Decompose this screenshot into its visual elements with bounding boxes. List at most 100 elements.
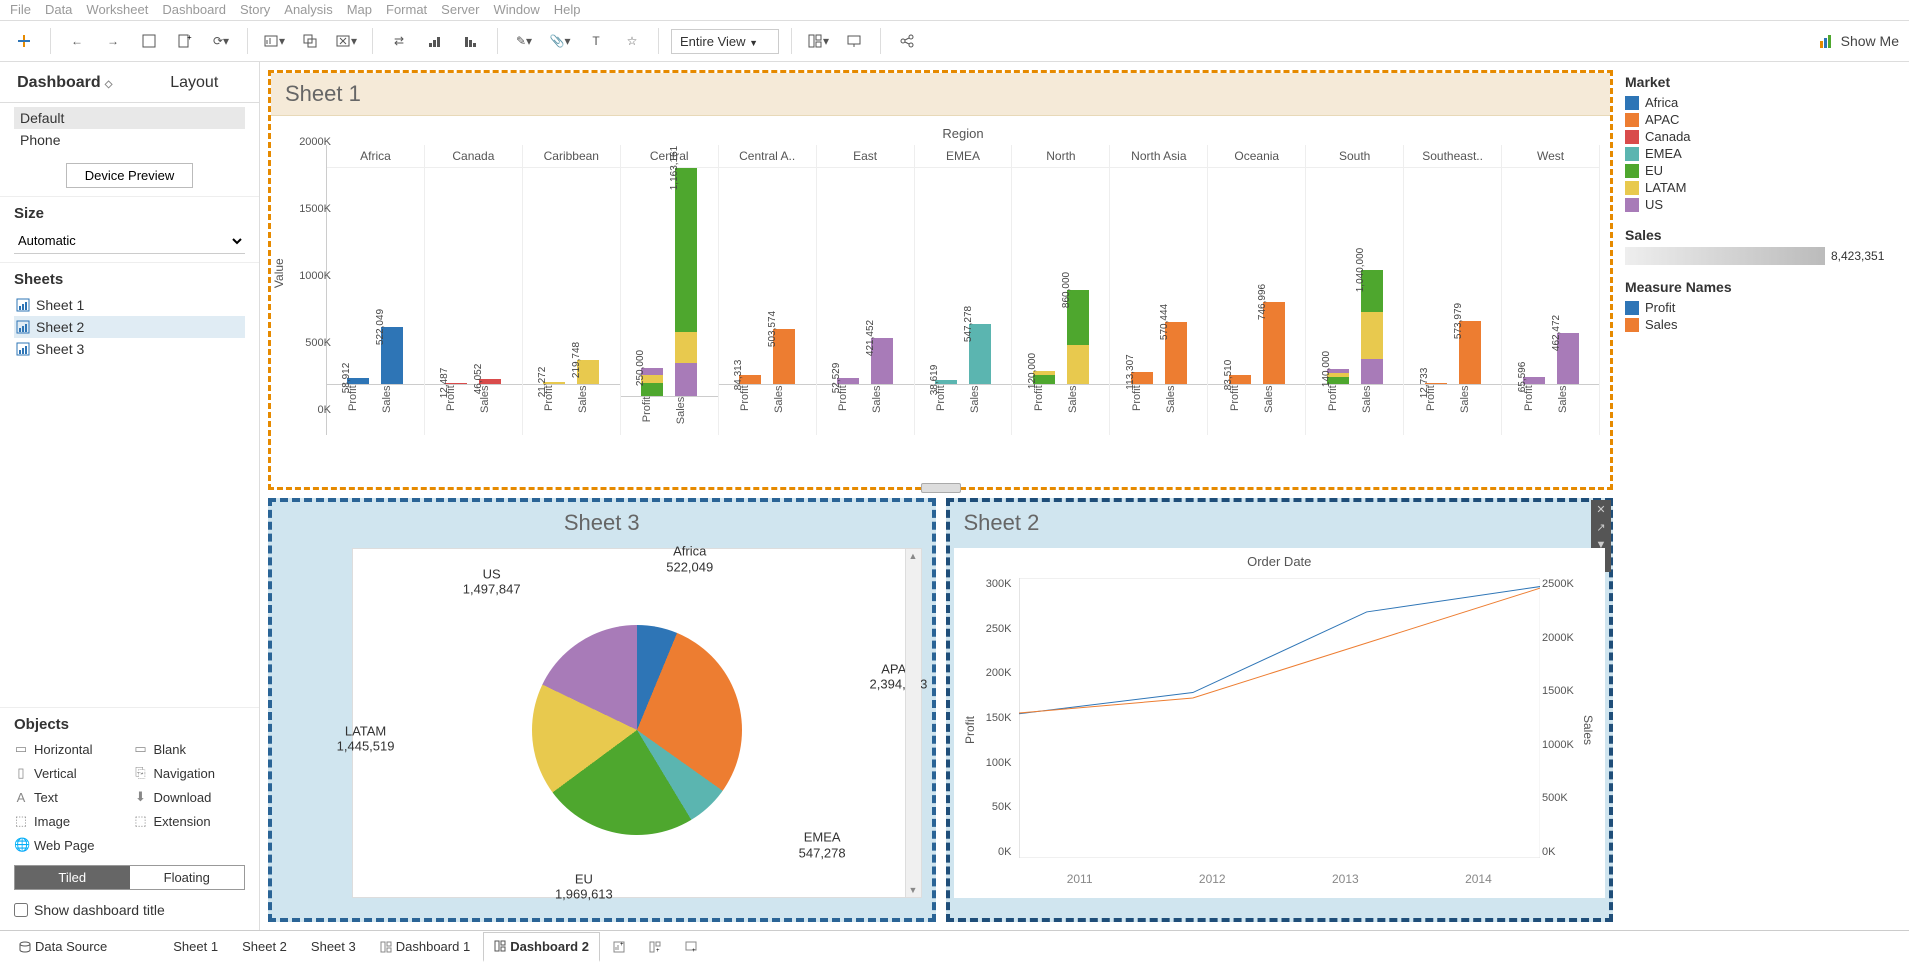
redo-icon[interactable]: → <box>99 27 127 55</box>
sales-bar[interactable]: 503,574 <box>773 329 795 384</box>
clear-icon[interactable]: ▾ <box>332 27 360 55</box>
tab-dashboard2[interactable]: Dashboard 2 <box>483 932 600 962</box>
profit-bar[interactable]: 140,000 <box>1327 369 1349 384</box>
tab-datasource[interactable]: Data Source <box>8 932 118 961</box>
legend-item[interactable]: APAC <box>1625 111 1897 128</box>
duplicate-icon[interactable] <box>296 27 324 55</box>
object-navigation[interactable]: ⎘Navigation <box>134 763 246 783</box>
sales-line[interactable] <box>1019 588 1541 713</box>
profit-bar[interactable]: 12,487 <box>445 383 467 384</box>
sales-bar[interactable]: 522,049 <box>381 327 403 384</box>
presentation-icon[interactable] <box>840 27 868 55</box>
resize-handle-icon[interactable] <box>921 483 961 493</box>
profit-bar[interactable]: 84,313 <box>739 375 761 384</box>
share-icon[interactable] <box>893 27 921 55</box>
profit-bar[interactable]: 12,733 <box>1425 383 1447 384</box>
sheet2-container[interactable]: ✕ ↗ ▼ ▾ Sheet 2 Order Date Profit Sales … <box>946 498 1614 922</box>
new-data-icon[interactable]: + <box>171 27 199 55</box>
object-horizontal[interactable]: ▭Horizontal <box>14 739 126 759</box>
legend-item[interactable]: Canada <box>1625 128 1897 145</box>
tab-dashboard[interactable]: Dashboard◇ <box>0 66 130 102</box>
label-icon[interactable]: T <box>582 27 610 55</box>
legend-item[interactable]: Africa <box>1625 94 1897 111</box>
tab-layout[interactable]: Layout <box>130 66 260 102</box>
new-story-tab-icon[interactable]: + <box>674 934 708 960</box>
sort-asc-icon[interactable] <box>421 27 449 55</box>
sort-desc-icon[interactable] <box>457 27 485 55</box>
sales-bar[interactable]: 746,996 <box>1263 302 1285 384</box>
menu-format[interactable]: Format <box>386 2 427 18</box>
sheet1-chart[interactable]: Region Value 0K500K1000K1500K2000K Afric… <box>271 116 1610 476</box>
show-dashboard-title-checkbox[interactable]: Show dashboard title <box>14 902 245 918</box>
menu-data[interactable]: Data <box>45 2 72 18</box>
profit-line[interactable] <box>1019 586 1541 713</box>
swap-icon[interactable]: ⇄ <box>385 27 413 55</box>
menu-map[interactable]: Map <box>347 2 372 18</box>
object-vertical[interactable]: ▯Vertical <box>14 763 126 783</box>
sheet2-chart[interactable]: Order Date Profit Sales 300K250K200K150K… <box>954 548 1606 898</box>
legend-item[interactable]: Sales <box>1625 316 1897 333</box>
sheet-list-item[interactable]: Sheet 2 <box>14 316 245 338</box>
show-me-button[interactable]: Show Me <box>1819 33 1899 49</box>
undo-icon[interactable]: ← <box>63 27 91 55</box>
remove-icon[interactable]: ✕ <box>1591 500 1611 518</box>
sales-bar[interactable]: 46,052 <box>479 379 501 384</box>
profit-bar[interactable]: 38,619 <box>935 380 957 384</box>
object-image[interactable]: ⬚Image <box>14 811 126 831</box>
sales-bar[interactable]: 573,979 <box>1459 321 1481 384</box>
sheet3-container[interactable]: Sheet 3 Africa522,049APAC2,394,993EMEA54… <box>268 498 936 922</box>
profit-bar[interactable]: 58,912 <box>347 378 369 384</box>
tableau-logo-icon[interactable] <box>10 27 38 55</box>
attachment-icon[interactable]: 📎▾ <box>546 27 574 55</box>
new-dashboard-tab-icon[interactable]: + <box>638 934 672 960</box>
size-select[interactable]: Automatic <box>14 228 245 254</box>
device-phone[interactable]: Phone <box>14 129 245 151</box>
object-web-page[interactable]: 🌐Web Page <box>14 835 126 855</box>
profit-bar[interactable]: 250,000 <box>641 368 663 395</box>
profit-bar[interactable]: 113,307 <box>1131 372 1153 384</box>
highlight-icon[interactable]: ✎▾ <box>510 27 538 55</box>
sheet3-chart[interactable]: Africa522,049APAC2,394,993EMEA547,278EU1… <box>352 548 922 898</box>
menu-analysis[interactable]: Analysis <box>284 2 332 18</box>
sales-bar[interactable]: 570,444 <box>1165 322 1187 384</box>
tab-dashboard1[interactable]: Dashboard 1 <box>369 932 481 961</box>
object-download[interactable]: ⬇Download <box>134 787 246 807</box>
sales-bar[interactable]: 219,748 <box>577 360 599 384</box>
menu-window[interactable]: Window <box>493 2 539 18</box>
refresh-icon[interactable]: ⟳▾ <box>207 27 235 55</box>
legend-item[interactable]: US <box>1625 196 1897 213</box>
menu-worksheet[interactable]: Worksheet <box>86 2 148 18</box>
menu-story[interactable]: Story <box>240 2 270 18</box>
profit-bar[interactable]: 83,510 <box>1229 375 1251 384</box>
tab-sheet2[interactable]: Sheet 2 <box>231 932 298 961</box>
sales-bar[interactable]: 421,452 <box>871 338 893 384</box>
dashboard-icon[interactable]: ▾ <box>804 27 832 55</box>
sales-bar[interactable]: 547,278 <box>969 324 991 384</box>
device-default[interactable]: Default <box>14 107 245 129</box>
legend-item[interactable]: EMEA <box>1625 145 1897 162</box>
tab-sheet1[interactable]: Sheet 1 <box>162 932 229 961</box>
profit-bar[interactable]: 120,000 <box>1033 371 1055 384</box>
tab-sheet3[interactable]: Sheet 3 <box>300 932 367 961</box>
sheet-list-item[interactable]: Sheet 3 <box>14 338 245 360</box>
new-worksheet-tab-icon[interactable]: + <box>602 934 636 960</box>
device-preview-button[interactable]: Device Preview <box>66 163 194 188</box>
legend-item[interactable]: EU <box>1625 162 1897 179</box>
sheet-list-item[interactable]: Sheet 1 <box>14 294 245 316</box>
profit-bar[interactable]: 52,529 <box>837 378 859 384</box>
legend-item[interactable]: LATAM <box>1625 179 1897 196</box>
menu-dashboard[interactable]: Dashboard <box>162 2 226 18</box>
sales-bar[interactable]: 1,040,000 <box>1361 270 1383 384</box>
menu-server[interactable]: Server <box>441 2 479 18</box>
tile-float-toggle[interactable]: Tiled Floating <box>14 865 245 890</box>
sales-bar[interactable]: 462,472 <box>1557 333 1579 384</box>
save-icon[interactable] <box>135 27 163 55</box>
profit-bar[interactable]: 21,272 <box>543 382 565 384</box>
object-extension[interactable]: ⬚Extension <box>134 811 246 831</box>
object-blank[interactable]: ▭Blank <box>134 739 246 759</box>
legend-item[interactable]: Profit <box>1625 299 1897 316</box>
profit-bar[interactable]: 65,596 <box>1523 377 1545 384</box>
sales-bar[interactable]: 1,163,161 <box>675 168 697 396</box>
object-text[interactable]: AText <box>14 787 126 807</box>
sheet1-container[interactable]: Sheet 1 Region Value 0K500K1000K1500K200… <box>268 70 1613 490</box>
